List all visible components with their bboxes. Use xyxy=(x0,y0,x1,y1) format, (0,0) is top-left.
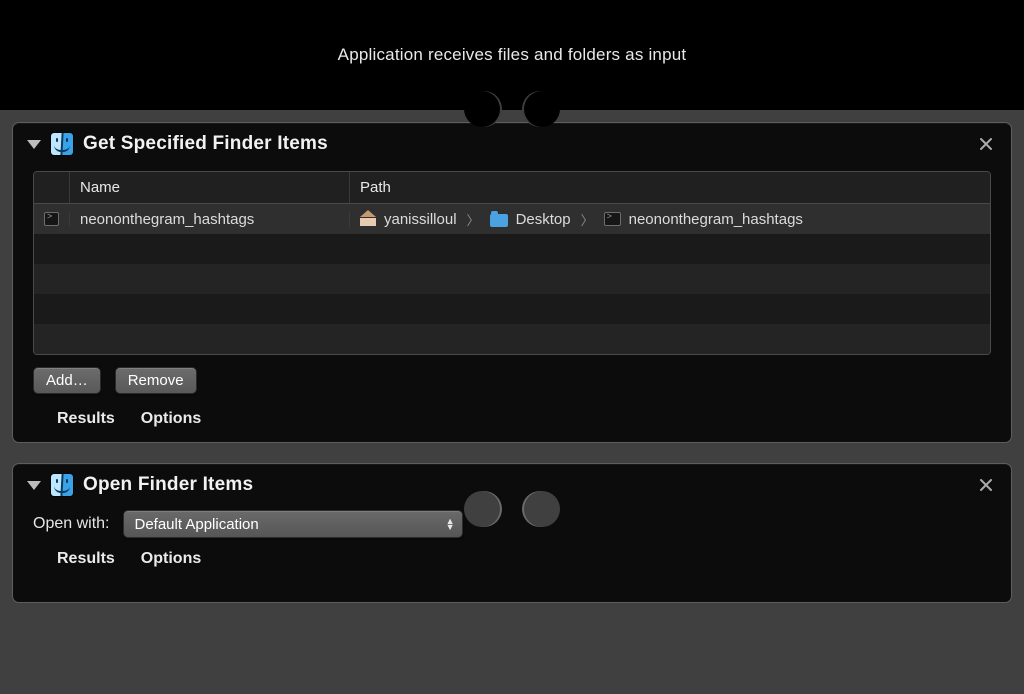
action-title: Open Finder Items xyxy=(83,474,253,496)
open-with-select[interactable]: Default Application ▲▼ xyxy=(123,510,463,538)
action-open-finder-items[interactable]: Open Finder Items Open with: Default App… xyxy=(12,463,1012,603)
results-tab[interactable]: Results xyxy=(57,550,115,568)
column-name[interactable]: Name xyxy=(70,172,350,203)
disclosure-triangle-icon[interactable] xyxy=(27,140,41,149)
action-get-specified-finder-items[interactable]: Get Specified Finder Items Name Path xyxy=(12,122,1012,443)
close-action-button[interactable] xyxy=(975,133,997,155)
row-path-cell: yanissilloul 〉 Desktop 〉 neononthegram_h… xyxy=(350,210,990,229)
table-row[interactable]: neononthegram_hashtags yanissilloul 〉 De… xyxy=(34,204,990,234)
row-icon-cell xyxy=(34,212,70,226)
finder-icon xyxy=(51,133,73,155)
close-icon xyxy=(980,138,992,150)
action-footer: Results Options xyxy=(13,544,1011,582)
table-row[interactable] xyxy=(34,294,990,324)
table-row[interactable] xyxy=(34,264,990,294)
results-tab[interactable]: Results xyxy=(57,410,115,428)
column-path[interactable]: Path xyxy=(350,172,990,203)
workflow-input-description: Application receives files and folders a… xyxy=(338,45,687,65)
folder-icon xyxy=(490,214,508,227)
finder-items-table[interactable]: Name Path neononthegram_hashtags yanissi… xyxy=(33,171,991,355)
terminal-icon xyxy=(44,212,59,226)
flow-connector-icon xyxy=(482,495,542,525)
path-segment-label: neononthegram_hashtags xyxy=(629,211,803,228)
open-with-value: Default Application xyxy=(134,516,258,533)
workflow-input-header: Application receives files and folders a… xyxy=(0,0,1024,110)
add-button[interactable]: Add… xyxy=(33,367,101,394)
finder-icon xyxy=(51,474,73,496)
disclosure-triangle-icon[interactable] xyxy=(27,481,41,490)
table-row[interactable] xyxy=(34,234,990,264)
home-icon xyxy=(360,212,376,226)
automator-workflow-canvas: Application receives files and folders a… xyxy=(0,0,1024,694)
chevron-right-icon: 〉 xyxy=(465,210,482,229)
options-tab[interactable]: Options xyxy=(141,410,201,428)
action-footer: Results Options xyxy=(13,404,1011,442)
action-titlebar[interactable]: Get Specified Finder Items xyxy=(13,123,1011,161)
remove-button[interactable]: Remove xyxy=(115,367,197,394)
path-segment-label: yanissilloul xyxy=(384,211,457,228)
table-body[interactable]: neononthegram_hashtags yanissilloul 〉 De… xyxy=(34,204,990,354)
column-icon[interactable] xyxy=(34,172,70,203)
path-segment-label: Desktop xyxy=(516,211,571,228)
table-row[interactable] xyxy=(34,324,990,354)
chevron-right-icon: 〉 xyxy=(579,210,596,229)
table-header: Name Path xyxy=(34,172,990,204)
action-title: Get Specified Finder Items xyxy=(83,133,328,155)
row-name-cell: neononthegram_hashtags xyxy=(70,211,350,228)
close-action-button[interactable] xyxy=(975,474,997,496)
options-tab[interactable]: Options xyxy=(141,550,201,568)
terminal-icon xyxy=(604,212,621,226)
close-icon xyxy=(980,479,992,491)
open-with-label: Open with: xyxy=(33,515,109,533)
flow-connector-icon xyxy=(482,97,542,127)
workflow-actions-area[interactable]: Get Specified Finder Items Name Path xyxy=(0,110,1024,694)
table-button-row: Add… Remove xyxy=(13,367,1011,404)
updown-stepper-icon: ▲▼ xyxy=(440,518,455,530)
